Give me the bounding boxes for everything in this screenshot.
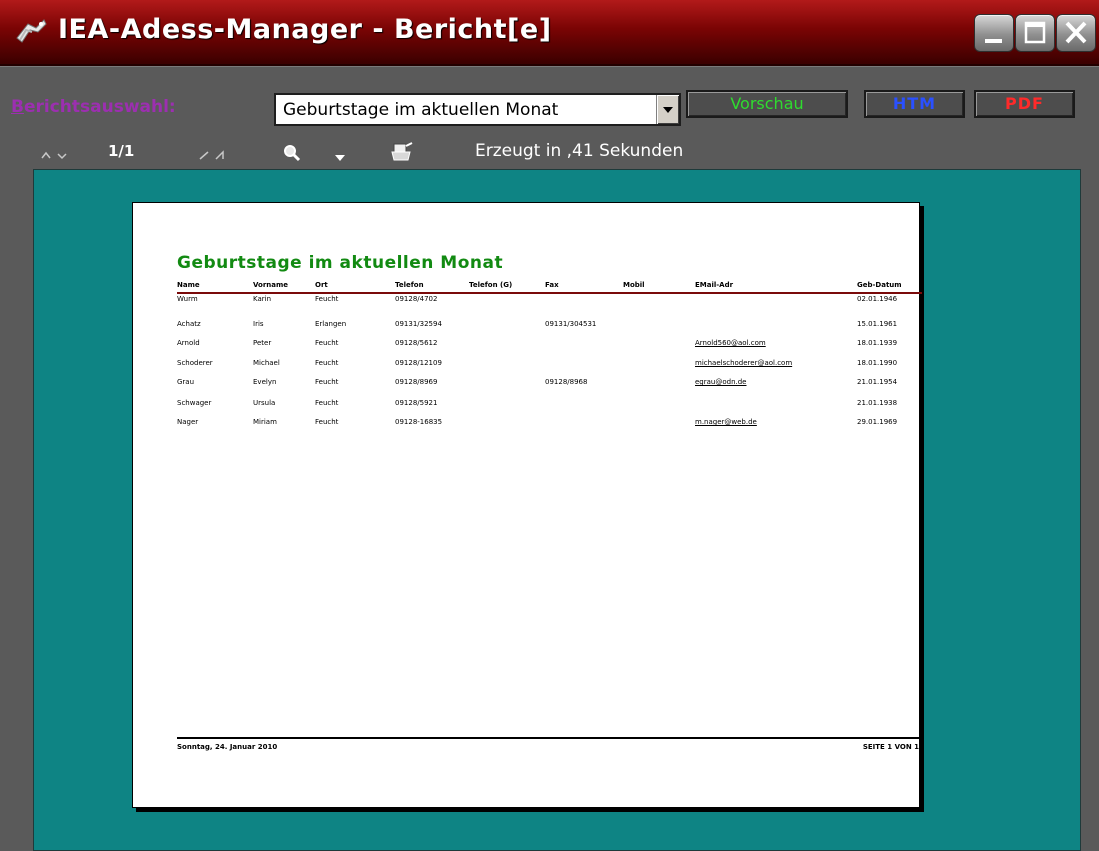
cell-name: Arnold [177, 339, 200, 347]
report-select-dropdown-button[interactable] [656, 95, 679, 124]
cell-name: Nager [177, 418, 199, 426]
cell-name: Wurm [177, 295, 198, 303]
cell-vorname: Michael [253, 359, 280, 367]
page-indicator: 1/1 [108, 142, 135, 160]
chevron-down-icon [663, 107, 673, 113]
cell-vorname: Karin [253, 295, 272, 303]
previous-page-icon[interactable] [56, 147, 70, 166]
column-header-ort: Ort [315, 281, 328, 289]
cell-telefon: 09128/5921 [395, 399, 438, 407]
first-page-icon[interactable] [40, 147, 54, 166]
zoom-icon[interactable] [282, 143, 302, 167]
cell-name: Grau [177, 378, 195, 386]
cell-name: Schoderer [177, 359, 213, 367]
cell-ort: Feucht [315, 378, 339, 386]
cell-vorname: Iris [253, 320, 264, 328]
cell-ort: Feucht [315, 399, 339, 407]
app-logo-icon [14, 16, 48, 46]
cell-email[interactable]: michaelschoderer@aol.com [695, 359, 792, 367]
cell-ort: Feucht [315, 359, 339, 367]
report-select-label: Berichtsauswahl: [11, 97, 176, 117]
minimize-icon [985, 39, 1002, 43]
footer-divider [177, 737, 922, 739]
cell-geb-datum: 29.01.1969 [857, 418, 898, 426]
cell-geb-datum: 18.01.1990 [857, 359, 898, 367]
cell-geb-datum: 21.01.1938 [857, 399, 898, 407]
pdf-export-button[interactable]: PDF [974, 90, 1075, 118]
maximize-icon [1024, 21, 1046, 44]
column-header-email: EMail-Adr [695, 281, 734, 289]
column-header-telefon-g: Telefon (G) [469, 281, 513, 289]
cell-telefon: 09128/4702 [395, 295, 438, 303]
cell-telefon: 09128/8969 [395, 378, 438, 386]
cell-telefon: 09128/5612 [395, 339, 438, 347]
title-bar: IEA-Adess-Manager - Bericht[e] [0, 0, 1099, 66]
report-select-value: Geburtstage im aktuellen Monat [283, 100, 559, 120]
print-icon[interactable] [390, 142, 414, 168]
cell-vorname: Ursula [253, 399, 276, 407]
cell-name: Schwager [177, 399, 212, 407]
maximize-button[interactable] [1015, 14, 1055, 52]
column-header-mobil: Mobil [623, 281, 645, 289]
close-button[interactable] [1056, 14, 1096, 52]
cell-vorname: Miriam [253, 418, 277, 426]
report-page: Geburtstage im aktuellen Monat Name Vorn… [132, 202, 922, 808]
close-icon [1065, 21, 1087, 44]
cell-fax: 09131/304531 [545, 320, 597, 328]
footer-page-number: SEITE 1 VON 1 [862, 743, 919, 751]
cell-email[interactable]: egrau@odn.de [695, 378, 747, 386]
header-divider [177, 292, 922, 294]
htm-export-button[interactable]: HTM [864, 90, 965, 118]
report-preview-area[interactable]: Geburtstage im aktuellen Monat Name Vorn… [33, 169, 1081, 851]
cell-ort: Feucht [315, 295, 339, 303]
cell-vorname: Evelyn [253, 378, 277, 386]
cell-telefon: 09128/12109 [395, 359, 442, 367]
column-header-geb-datum: Geb-Datum [857, 281, 902, 289]
cell-telefon: 09131/32594 [395, 320, 442, 328]
status-text: Erzeugt in ,41 Sekunden [475, 141, 684, 161]
zoom-dropdown-icon[interactable] [334, 148, 346, 167]
cell-ort: Erlangen [315, 320, 347, 328]
column-header-telefon: Telefon [395, 281, 424, 289]
last-page-icon[interactable] [214, 147, 230, 166]
cell-email[interactable]: Arnold560@aol.com [695, 339, 766, 347]
cell-fax: 09128/8968 [545, 378, 588, 386]
cell-geb-datum: 21.01.1954 [857, 378, 898, 386]
column-header-fax: Fax [545, 281, 559, 289]
cell-ort: Feucht [315, 339, 339, 347]
next-page-icon[interactable] [198, 147, 212, 166]
cell-vorname: Peter [253, 339, 272, 347]
preview-button[interactable]: Vorschau [686, 90, 848, 118]
cell-geb-datum: 18.01.1939 [857, 339, 898, 347]
cell-geb-datum: 02.01.1946 [857, 295, 898, 303]
cell-email[interactable]: m.nager@web.de [695, 418, 757, 426]
footer-date: Sonntag, 24. Januar 2010 [177, 743, 278, 751]
report-select[interactable]: Geburtstage im aktuellen Monat [274, 93, 681, 126]
cell-name: Achatz [177, 320, 201, 328]
minimize-button[interactable] [974, 14, 1014, 52]
cell-geb-datum: 15.01.1961 [857, 320, 898, 328]
client-area: Berichtsauswahl: Geburtstage im aktuelle… [0, 66, 1099, 851]
cell-ort: Feucht [315, 418, 339, 426]
window-title: IEA-Adess-Manager - Bericht[e] [58, 14, 552, 45]
column-header-name: Name [177, 281, 200, 289]
cell-telefon: 09128-16835 [395, 418, 443, 426]
report-title: Geburtstage im aktuellen Monat [177, 253, 504, 273]
column-header-vorname: Vorname [253, 281, 289, 289]
